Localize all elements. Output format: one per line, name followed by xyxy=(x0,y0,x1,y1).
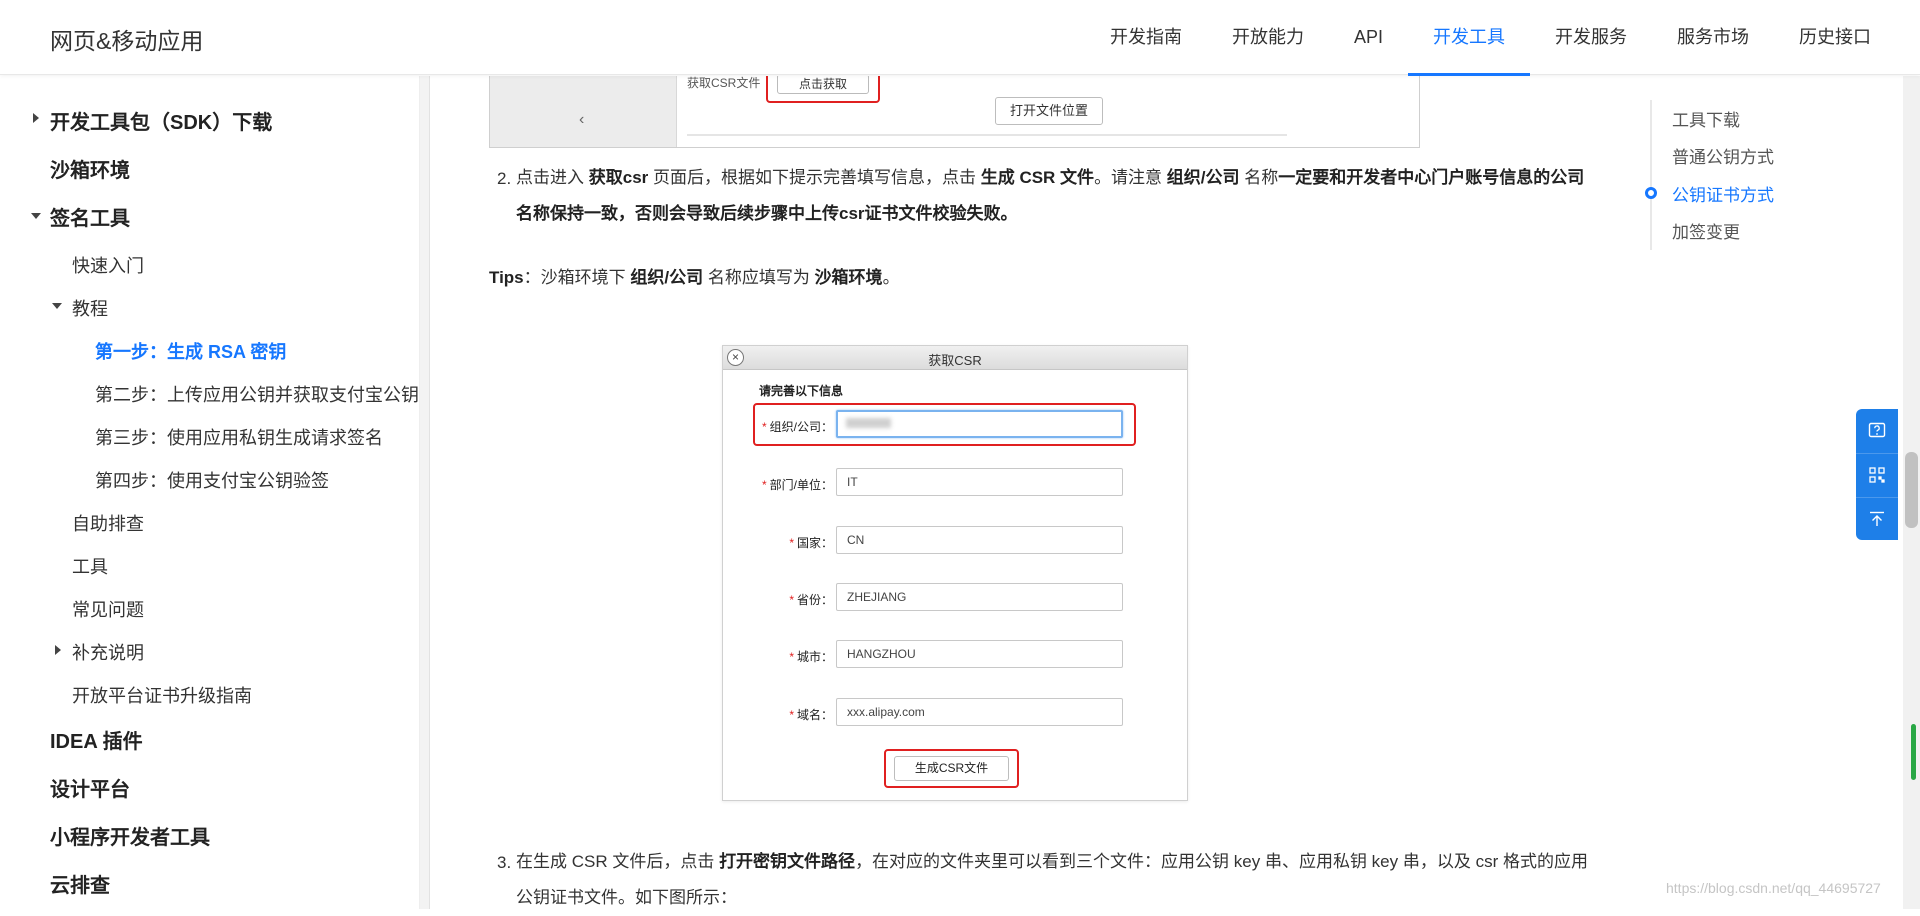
sidebar-item-step4[interactable]: 第四步：使用支付宝公钥验签 xyxy=(95,467,329,493)
screenshot-file-window: ‹ 获取CSR文件 点击获取 打开文件位置 xyxy=(489,76,1420,148)
top-navigation-bar: 网页&移动应用 开发指南 开放能力 API 开发工具 开发服务 服务市场 历史接… xyxy=(0,0,1920,76)
floating-toolbar xyxy=(1856,409,1898,540)
blurred-text xyxy=(846,418,891,428)
sidebar-item-step1[interactable]: 第一步：生成 RSA 密钥 xyxy=(95,338,286,364)
nav-service-market[interactable]: 服务市场 xyxy=(1652,0,1774,75)
highlight-box: 生成CSR文件 xyxy=(884,749,1019,788)
tips-paragraph: Tips：沙箱环境下 组织/公司 名称应填写为 沙箱环境。 xyxy=(489,268,900,287)
form-row-province: * 省份： ZHEJIANG xyxy=(723,583,1187,613)
form-row-domain: * 域名： xxx.alipay.com xyxy=(723,698,1187,728)
toc-item-tool-download[interactable]: 工具下载 xyxy=(1672,106,1740,131)
nav-dev-services[interactable]: 开发服务 xyxy=(1530,0,1652,75)
nav-dev-guide[interactable]: 开发指南 xyxy=(1085,0,1207,75)
step-number: 3. xyxy=(497,853,512,872)
page-toc: 工具下载 普通公钥方式 公钥证书方式 加签变更 xyxy=(1645,100,1774,250)
field-label-dept: * 部门/单位： xyxy=(761,478,833,492)
toc-item-normal-key[interactable]: 普通公钥方式 xyxy=(1672,143,1774,168)
sidebar-item-step3[interactable]: 第三步：使用应用私钥生成请求签名 xyxy=(95,424,383,450)
country-input: CN xyxy=(836,526,1123,554)
generate-csr-button-image: 生成CSR文件 xyxy=(894,756,1009,781)
field-label-country: * 国家： xyxy=(789,536,833,550)
close-icon: × xyxy=(727,349,744,366)
open-file-location-button-image: 打开文件位置 xyxy=(995,97,1103,125)
faded-text-line xyxy=(687,134,1287,136)
field-label-domain: * 域名： xyxy=(789,708,833,722)
form-row-org: * 组织/公司： xyxy=(723,410,1187,440)
scroll-indicator xyxy=(1911,724,1916,780)
sidebar-item-idea-plugin[interactable]: IDEA 插件 xyxy=(50,725,143,754)
window-side-pane: ‹ xyxy=(490,76,677,147)
sidebar-item-tutorial[interactable]: 教程 xyxy=(72,295,108,321)
nav-api[interactable]: API xyxy=(1329,0,1408,75)
toc-item-sign-change[interactable]: 加签变更 xyxy=(1672,218,1740,243)
step2-paragraph: 点击进入 获取csr 页面后，根据如下提示完善填写信息，点击 生成 CSR 文件… xyxy=(516,168,1585,223)
brand-title[interactable]: 网页&移动应用 xyxy=(50,22,203,56)
caret-down-icon[interactable] xyxy=(31,213,41,219)
toc-active-dot-icon xyxy=(1645,187,1657,199)
sidebar-item-sign-tool[interactable]: 签名工具 xyxy=(50,202,130,231)
sidebar-item-sdk-download[interactable]: 开发工具包（SDK）下载 xyxy=(50,106,272,135)
toc-item-cert-key[interactable]: 公钥证书方式 xyxy=(1672,181,1774,206)
sidebar-item-tools[interactable]: 工具 xyxy=(72,553,108,579)
sidebar-item-design-platform[interactable]: 设计平台 xyxy=(50,773,130,802)
sidebar-item-cert-upgrade[interactable]: 开放平台证书升级指南 xyxy=(72,682,252,708)
csr-dialog-screenshot: 获取CSR × 请完善以下信息 * 组织/公司： * 部门/单位： IT * 国家： … xyxy=(722,345,1188,801)
caret-down-icon[interactable] xyxy=(52,303,62,309)
form-row-dept: * 部门/单位： IT xyxy=(723,468,1187,498)
sidebar-item-step2[interactable]: 第二步：上传应用公钥并获取支付宝公钥 xyxy=(95,381,419,407)
sidebar-item-sandbox[interactable]: 沙箱环境 xyxy=(50,154,130,183)
caret-right-icon[interactable] xyxy=(55,645,61,655)
back-to-top-icon[interactable] xyxy=(1856,497,1898,540)
nav-legacy-api[interactable]: 历史接口 xyxy=(1774,0,1896,75)
help-icon[interactable] xyxy=(1856,409,1898,452)
page-scrollbar-thumb[interactable] xyxy=(1905,452,1918,528)
field-label-org: * 组织/公司： xyxy=(761,420,833,434)
partial-label: 获取CSR文件 xyxy=(687,76,761,90)
watermark: https://blog.csdn.net/qq_44695727 xyxy=(1666,880,1881,896)
caret-right-icon[interactable] xyxy=(33,113,39,123)
step3-paragraph: 在生成 CSR 文件后，点击 打开密钥文件路径，在对应的文件夹里可以看到三个文件… xyxy=(516,852,1588,907)
province-input: ZHEJIANG xyxy=(836,583,1123,611)
sidebar-item-cloud-debug[interactable]: 云排查 xyxy=(50,869,110,898)
nav-dev-tools[interactable]: 开发工具 xyxy=(1408,0,1531,76)
nav-open-capability[interactable]: 开放能力 xyxy=(1207,0,1329,75)
step-number: 2. xyxy=(497,169,512,188)
sidebar-item-faq[interactable]: 常见问题 xyxy=(72,596,144,622)
field-label-city: * 城市： xyxy=(789,650,833,664)
dialog-title: 获取CSR xyxy=(928,353,982,368)
doc-sidebar: 开发工具包（SDK）下载 沙箱环境 签名工具 快速入门 教程 第一步：生成 RS… xyxy=(0,76,420,909)
form-row-country: * 国家： CN xyxy=(723,526,1187,556)
main-nav: 开发指南 开放能力 API 开发工具 开发服务 服务市场 历史接口 xyxy=(1085,0,1896,76)
qr-code-icon[interactable] xyxy=(1856,453,1898,496)
form-row-city: * 城市： HANGZHOU xyxy=(723,640,1187,670)
highlight-box xyxy=(766,76,880,103)
sidebar-item-quick-start[interactable]: 快速入门 xyxy=(72,252,144,278)
city-input: HANGZHOU xyxy=(836,640,1123,668)
sidebar-scrollbar[interactable] xyxy=(420,76,430,909)
field-label-province: * 省份： xyxy=(789,593,833,607)
sidebar-item-miniapp-ide[interactable]: 小程序开发者工具 xyxy=(50,821,210,850)
dialog-titlebar: 获取CSR × xyxy=(723,346,1187,370)
chevron-left-icon: ‹ xyxy=(579,111,585,128)
sidebar-item-supplement[interactable]: 补充说明 xyxy=(72,639,144,665)
dialog-heading: 请完善以下信息 xyxy=(759,384,844,398)
dept-input: IT xyxy=(836,468,1123,496)
domain-input: xxx.alipay.com xyxy=(836,698,1123,726)
sidebar-item-self-check[interactable]: 自助排查 xyxy=(72,510,144,536)
